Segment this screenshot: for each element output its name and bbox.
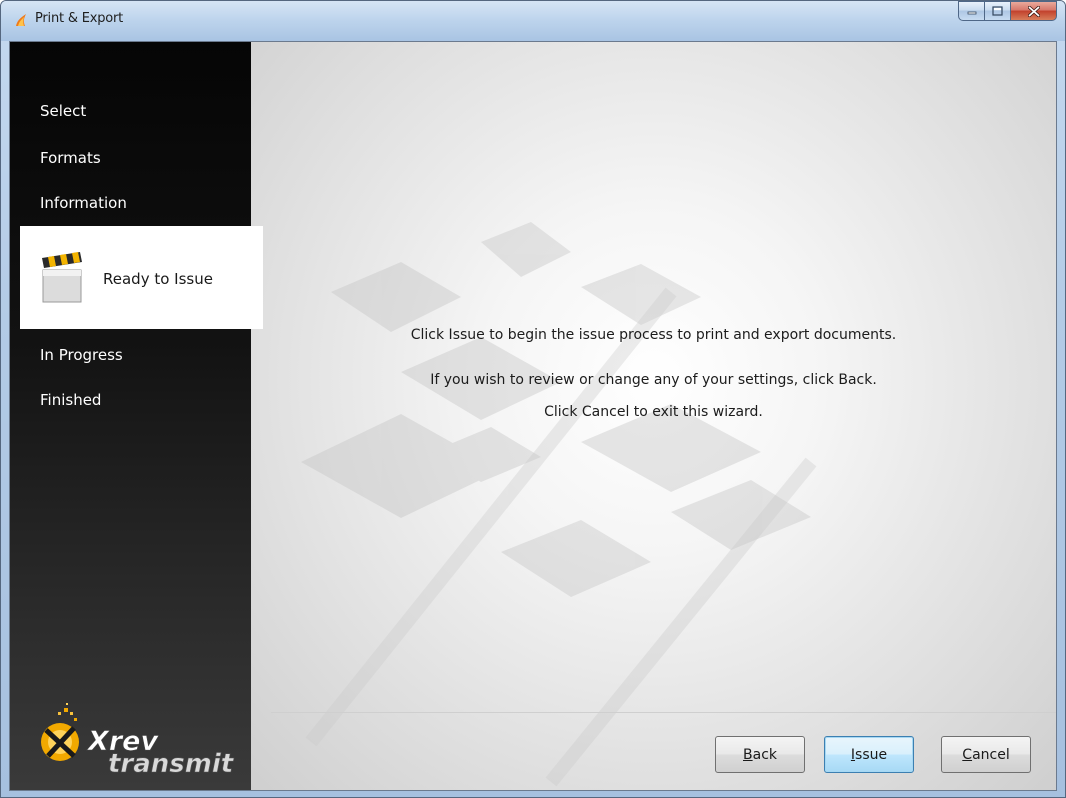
window-title: Print & Export bbox=[35, 11, 124, 26]
close-icon bbox=[1027, 5, 1040, 17]
issue-button[interactable]: Issue bbox=[824, 736, 914, 773]
close-button[interactable] bbox=[1011, 1, 1057, 21]
instruction-line-1: Click Issue to begin the issue process t… bbox=[410, 327, 897, 343]
wizard-flame-icon bbox=[16, 14, 26, 26]
step-finished: Finished bbox=[40, 391, 102, 409]
minimize-button[interactable] bbox=[958, 1, 985, 21]
minimize-icon bbox=[967, 11, 976, 15]
wizard-body: Select Formats Information In Progress F… bbox=[9, 41, 1057, 791]
step-ready-to-issue-label: Ready to Issue bbox=[103, 270, 213, 288]
step-information: Information bbox=[40, 194, 127, 212]
svg-text:transmit: transmit bbox=[108, 749, 235, 778]
wizard-content: Click Issue to begin the issue process t… bbox=[251, 42, 1056, 790]
step-ready-to-issue: Ready to Issue bbox=[20, 226, 263, 329]
clapperboard-icon bbox=[42, 252, 82, 303]
xrev-transmit-logo: Xrev transmit bbox=[41, 703, 235, 778]
instruction-line-3: Click Cancel to exit this wizard. bbox=[544, 404, 763, 420]
cancel-button[interactable]: Cancel bbox=[941, 736, 1031, 773]
step-select: Select bbox=[40, 102, 87, 120]
step-in-progress: In Progress bbox=[40, 346, 123, 364]
title-bar[interactable]: Print & Export bbox=[1, 1, 1065, 41]
back-button[interactable]: Back bbox=[715, 736, 805, 773]
maximize-button[interactable] bbox=[985, 1, 1011, 21]
maximize-icon bbox=[992, 6, 1003, 16]
print-export-window: Print & Export Select Formats Informatio… bbox=[0, 0, 1066, 798]
wizard-steps-sidebar: Select Formats Information In Progress F… bbox=[10, 42, 251, 790]
instruction-line-2: If you wish to review or change any of y… bbox=[430, 372, 877, 388]
footer-divider bbox=[271, 712, 1056, 713]
step-formats: Formats bbox=[40, 149, 101, 167]
caption-buttons bbox=[958, 1, 1057, 22]
